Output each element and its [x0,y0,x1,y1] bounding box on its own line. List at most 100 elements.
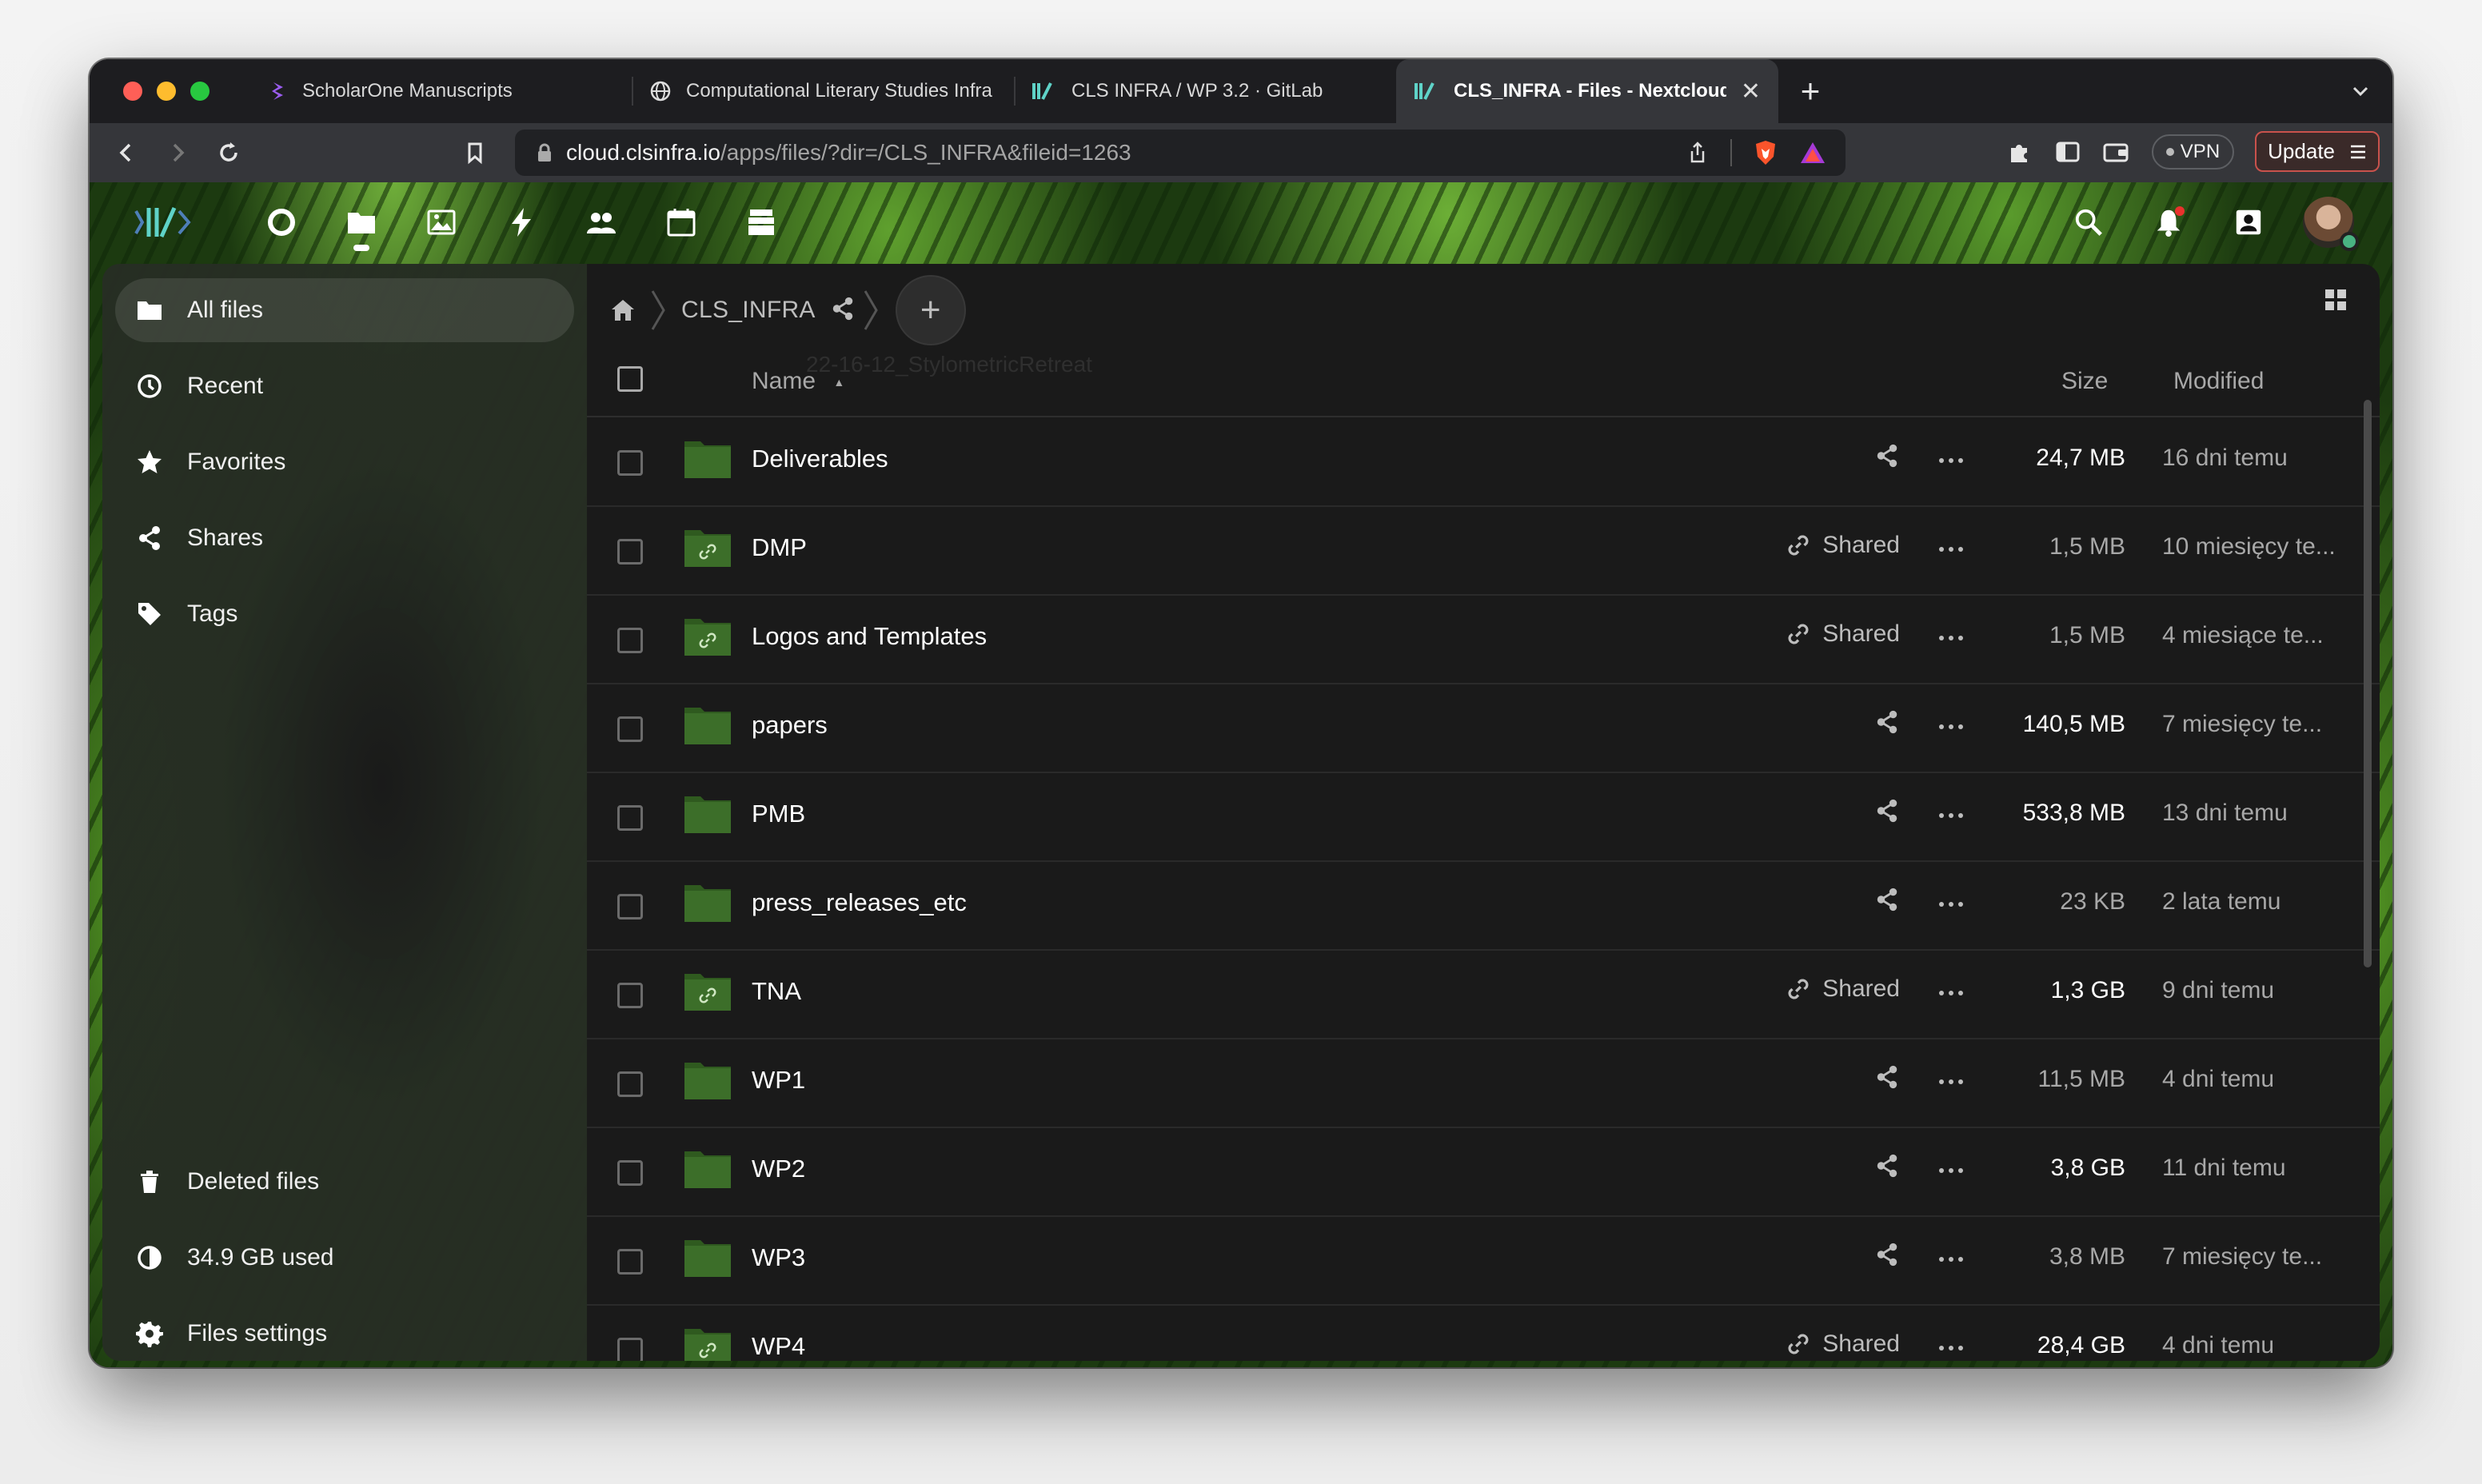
activity-app[interactable] [481,182,561,262]
user-menu-button[interactable] [2288,182,2368,262]
nav-all-files[interactable]: All files [115,278,574,342]
row-checkbox[interactable] [617,1338,643,1361]
column-name[interactable]: Name ▲ [752,368,844,395]
file-row[interactable]: Logos and Templates Shared 1,5 MB 4 miesiąc… [587,596,2380,684]
more-actions-icon[interactable] [1935,977,1967,1009]
clsinfra-logo-icon[interactable] [130,198,202,246]
new-tab-button[interactable]: + [1778,59,1842,123]
vpn-button[interactable]: VPN [2151,134,2235,170]
file-name[interactable]: press_releases_etc [752,888,967,917]
file-row[interactable]: PMB 533,8 MB 13 dni temu [587,774,2380,862]
row-checkbox[interactable] [617,983,643,1008]
row-checkbox[interactable] [617,539,643,564]
file-row[interactable]: WP2 3,8 GB 11 dni temu [587,1129,2380,1217]
nav-deleted-files[interactable]: Deleted files [115,1150,574,1214]
tab-scholarone[interactable]: ScholarOne Manuscripts [249,59,632,123]
file-row[interactable]: WP1 11,5 MB 4 dni temu [587,1040,2380,1128]
reload-button[interactable] [203,127,254,178]
file-name[interactable]: WP4 [752,1332,805,1361]
file-name[interactable]: Logos and Templates [752,622,987,651]
more-actions-icon[interactable] [1935,1066,1967,1098]
column-size[interactable]: Size [2061,368,2108,395]
update-button[interactable]: Update [2255,131,2380,172]
select-all-checkbox[interactable] [617,366,643,392]
deck-app[interactable] [721,182,801,262]
files-app[interactable] [321,182,401,262]
nav-quota[interactable]: 34.9 GB used [115,1226,574,1290]
file-name[interactable]: WP2 [752,1155,805,1183]
row-checkbox[interactable] [617,450,643,476]
sidebar-toggle-icon[interactable] [2054,138,2081,166]
row-checkbox[interactable] [617,716,643,742]
file-name[interactable]: papers [752,711,828,740]
new-file-button[interactable]: + [895,275,966,345]
brave-shield-icon[interactable] [1753,139,1778,166]
shared-status-button[interactable]: Shared [1786,532,1900,559]
shared-status-button[interactable]: Shared [1786,975,1900,1003]
extensions-icon[interactable] [2006,138,2033,166]
row-checkbox[interactable] [617,628,643,653]
share-button[interactable] [1874,887,1900,912]
file-name[interactable]: TNA [752,977,801,1006]
search-button[interactable] [2049,182,2129,262]
more-actions-icon[interactable] [1935,800,1967,832]
scrollbar[interactable] [2364,400,2372,967]
file-name[interactable]: WP1 [752,1066,805,1095]
tab-nextcloud[interactable]: CLS_INFRA - Files - Nextcloud ✕ [1396,59,1778,123]
nav-favorites[interactable]: Favorites [115,430,574,494]
more-actions-icon[interactable] [1935,888,1967,920]
file-name[interactable]: PMB [752,800,805,828]
notifications-button[interactable] [2129,182,2209,262]
file-row[interactable]: WP4 Shared 28,4 GB 4 dni temu [587,1306,2380,1361]
close-window-button[interactable] [123,82,142,101]
row-checkbox[interactable] [617,805,643,831]
file-row[interactable]: papers 140,5 MB 7 miesięcy te... [587,685,2380,773]
contacts-app[interactable] [561,182,641,262]
more-actions-icon[interactable] [1935,1332,1967,1361]
more-actions-icon[interactable] [1935,622,1967,654]
grid-view-toggle[interactable] [2324,288,2364,328]
share-button[interactable] [1874,709,1900,735]
row-checkbox[interactable] [617,894,643,920]
file-name[interactable]: Deliverables [752,445,888,473]
calendar-app[interactable] [641,182,721,262]
zoom-window-button[interactable] [190,82,209,101]
file-row[interactable]: Deliverables 24,7 MB 16 dni temu [587,419,2380,507]
share-page-icon[interactable] [1686,141,1710,165]
share-button[interactable] [1874,798,1900,824]
more-actions-icon[interactable] [1935,1155,1967,1187]
address-bar[interactable]: cloud.clsinfra.io/apps/files/?dir=/CLS_I… [515,130,1846,176]
more-actions-icon[interactable] [1935,1243,1967,1275]
share-button[interactable] [1874,1242,1900,1267]
minimize-window-button[interactable] [157,82,176,101]
tab-cls-infra-site[interactable]: Computational Literary Studies Infra [632,59,1014,123]
shared-status-button[interactable]: Shared [1786,1330,1900,1358]
file-row[interactable]: press_releases_etc 23 KB 2 lata temu [587,863,2380,951]
photos-app[interactable] [401,182,481,262]
more-actions-icon[interactable] [1935,533,1967,565]
file-row[interactable]: DMP Shared 1,5 MB 10 miesięcy te... [587,508,2380,596]
shared-status-button[interactable]: Shared [1786,620,1900,648]
tab-list-chevron-icon[interactable] [2328,59,2392,123]
bookmark-button[interactable] [449,127,501,178]
dashboard-app[interactable] [241,182,321,262]
share-button[interactable] [1874,1064,1900,1090]
file-name[interactable]: WP3 [752,1243,805,1272]
tab-gitlab[interactable]: CLS INFRA / WP 3.2 · GitLab [1014,59,1396,123]
column-modified[interactable]: Modified [2173,368,2264,395]
wallet-icon[interactable] [2102,138,2131,166]
nav-shares[interactable]: Shares [115,506,574,570]
back-button[interactable] [101,127,152,178]
nav-tags[interactable]: Tags [115,582,574,646]
breadcrumb-home[interactable] [603,290,643,330]
nav-files-settings[interactable]: Files settings [115,1302,574,1361]
row-checkbox[interactable] [617,1071,643,1097]
file-name[interactable]: DMP [752,533,807,562]
nav-recent[interactable]: Recent [115,354,574,418]
breadcrumb-current[interactable]: CLS_INFRA [675,297,830,324]
forward-button[interactable] [152,127,203,178]
file-row[interactable]: WP3 3,8 MB 7 miesięcy te... [587,1218,2380,1306]
row-checkbox[interactable] [617,1249,643,1275]
row-checkbox[interactable] [617,1160,643,1186]
more-actions-icon[interactable] [1935,445,1967,477]
